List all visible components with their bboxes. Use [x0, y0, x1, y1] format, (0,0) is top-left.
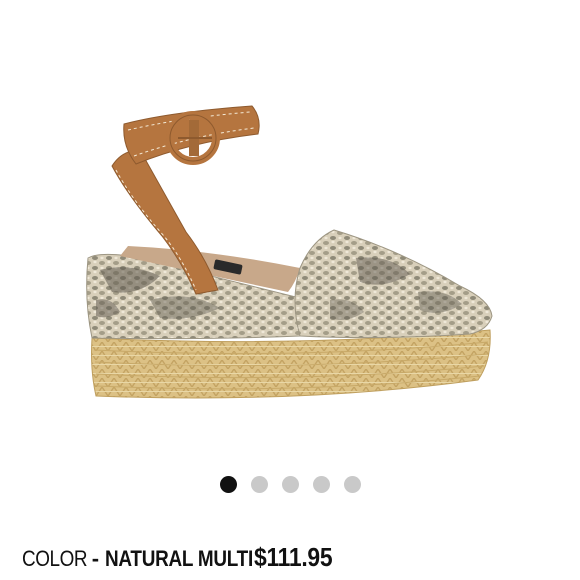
- snakeskin-vamp: [294, 229, 493, 339]
- color-value: NATURAL MULTI: [105, 546, 254, 571]
- carousel-dot-4[interactable]: [312, 475, 330, 493]
- carousel-dot-5[interactable]: [343, 475, 361, 493]
- carousel-dot-3[interactable]: [281, 475, 299, 493]
- carousel-dot-1[interactable]: [219, 475, 237, 493]
- price: $111.95: [254, 542, 333, 572]
- product-photo[interactable]: [0, 0, 580, 460]
- color-label: COLOR: [22, 546, 88, 571]
- color-separator: -: [91, 546, 100, 571]
- carousel-dot-2[interactable]: [250, 475, 268, 493]
- image-carousel-dots: [0, 475, 580, 493]
- product-details: COLOR - NATURAL MULTI $111.95: [22, 542, 343, 576]
- product-page: COLOR - NATURAL MULTI $111.95: [0, 0, 580, 580]
